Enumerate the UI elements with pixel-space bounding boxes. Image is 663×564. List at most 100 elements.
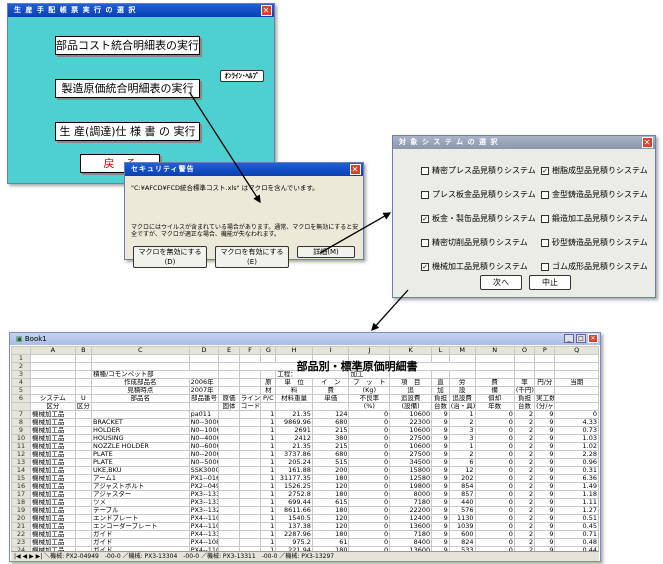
cell[interactable]: 1	[260, 418, 277, 427]
cell[interactable]	[218, 370, 240, 379]
cell[interactable]	[74, 498, 92, 507]
cell[interactable]: HOUSING	[90, 434, 190, 443]
cell[interactable]: 追設費	[389, 394, 433, 403]
row-header[interactable]: 4	[11, 378, 31, 387]
cell[interactable]	[513, 354, 536, 363]
cell[interactable]: 機械加工品	[29, 410, 76, 419]
cell[interactable]: 380	[311, 434, 350, 443]
row-header[interactable]: 15	[11, 474, 31, 483]
cell[interactable]	[238, 490, 262, 499]
row-header[interactable]: 21	[11, 522, 31, 531]
cell[interactable]: 機械加工品	[29, 530, 76, 539]
cell[interactable]	[238, 458, 262, 467]
cell[interactable]: 材	[260, 386, 277, 395]
cell[interactable]	[218, 514, 240, 523]
cell[interactable]: 1	[260, 506, 277, 515]
cell[interactable]: 1039	[448, 522, 476, 531]
row-header[interactable]: 3	[11, 370, 31, 379]
cell[interactable]	[238, 434, 262, 443]
cell[interactable]: 部品名	[90, 394, 190, 403]
column-header[interactable]: A	[29, 346, 76, 355]
cell[interactable]: 9	[534, 498, 556, 507]
cell[interactable]: PX3--13304 --00--0	[188, 490, 220, 499]
cell[interactable]: 9	[534, 442, 556, 451]
cell[interactable]	[448, 370, 476, 379]
enable-macros-button[interactable]: マクロを有効にする(E)	[215, 246, 289, 268]
cell[interactable]: 0	[348, 490, 391, 499]
cell[interactable]	[238, 354, 262, 363]
cell[interactable]: 備	[474, 386, 515, 395]
unchecked-box-icon[interactable]	[421, 190, 429, 199]
column-header[interactable]: J	[348, 346, 391, 355]
cell[interactable]: 2	[513, 442, 536, 451]
cell[interactable]: テーブル	[90, 506, 190, 515]
cell[interactable]: 2	[513, 410, 536, 419]
details-button[interactable]: 詳細(M)	[297, 246, 355, 258]
cell[interactable]: 0	[348, 514, 391, 523]
cell[interactable]: 原	[260, 378, 277, 387]
next-button[interactable]: 次へ	[480, 275, 522, 290]
cell[interactable]: 1	[260, 434, 277, 443]
cell[interactable]	[74, 378, 92, 387]
cell[interactable]: 機械加工品	[29, 426, 76, 435]
cell[interactable]: 2	[513, 434, 536, 443]
cell[interactable]	[90, 402, 190, 411]
cell[interactable]: 9	[431, 442, 450, 451]
cell[interactable]: 率	[513, 378, 536, 387]
cell[interactable]	[29, 362, 76, 371]
unchecked-box-icon[interactable]	[541, 262, 549, 271]
cell[interactable]	[474, 354, 515, 363]
cell[interactable]: 2	[513, 466, 536, 475]
cell[interactable]: 0	[348, 466, 391, 475]
cell[interactable]: 12580	[389, 474, 433, 483]
column-header[interactable]: K	[389, 346, 433, 355]
cell[interactable]	[74, 522, 92, 531]
cell[interactable]	[90, 362, 190, 371]
cell[interactable]	[431, 370, 450, 379]
cell[interactable]: 824	[448, 538, 476, 547]
cell[interactable]: 円/分	[534, 378, 556, 387]
cell[interactable]: 機械加工品	[29, 498, 76, 507]
cell[interactable]: 61	[311, 538, 350, 547]
cell[interactable]: 2691	[275, 426, 313, 435]
cell[interactable]: 機械加工品	[29, 458, 76, 467]
row-header[interactable]: 10	[11, 434, 31, 443]
cell[interactable]: 180	[311, 506, 350, 515]
cell[interactable]: 費	[474, 378, 515, 387]
cell[interactable]: 1	[260, 514, 277, 523]
cell[interactable]: 費	[311, 386, 350, 395]
column-header[interactable]: G	[260, 346, 277, 355]
cell[interactable]: 9	[534, 522, 556, 531]
cell[interactable]: 8400	[389, 538, 433, 547]
cell[interactable]: 1	[260, 450, 277, 459]
cell[interactable]: 機械加工品	[29, 538, 76, 547]
cell[interactable]: 120	[311, 522, 350, 531]
cell[interactable]	[218, 506, 240, 515]
cell[interactable]	[238, 450, 262, 459]
cell[interactable]	[218, 362, 240, 371]
cell[interactable]	[74, 530, 92, 539]
cell[interactable]: 0.71	[554, 530, 599, 539]
cell[interactable]	[554, 362, 599, 371]
cell[interactable]	[74, 482, 92, 491]
column-header[interactable]: M	[448, 346, 476, 355]
cell[interactable]: 1	[260, 474, 277, 483]
cell[interactable]: 9	[431, 514, 450, 523]
cell[interactable]: 機械加工品	[29, 514, 76, 523]
cell[interactable]: P/C	[260, 394, 277, 403]
cell[interactable]: 9	[431, 538, 450, 547]
maximize-icon[interactable]: □	[576, 334, 586, 343]
cell[interactable]	[74, 458, 92, 467]
column-header[interactable]: H	[275, 346, 313, 355]
cell[interactable]: 1	[260, 498, 277, 507]
row-header[interactable]: 7	[11, 410, 31, 419]
cell[interactable]: 積種/コモンペット部	[90, 370, 220, 379]
cell[interactable]: 8611.66	[275, 506, 313, 515]
cell[interactable]: 0	[474, 466, 515, 475]
cell[interactable]	[554, 354, 599, 363]
cell[interactable]	[29, 386, 76, 395]
cell[interactable]: U	[74, 394, 92, 403]
online-help-button[interactable]: ｵﾝﾗｲﾝ･ﾍﾙﾌﾟ	[220, 70, 264, 82]
cell[interactable]	[431, 354, 450, 363]
cell[interactable]: 9	[431, 418, 450, 427]
